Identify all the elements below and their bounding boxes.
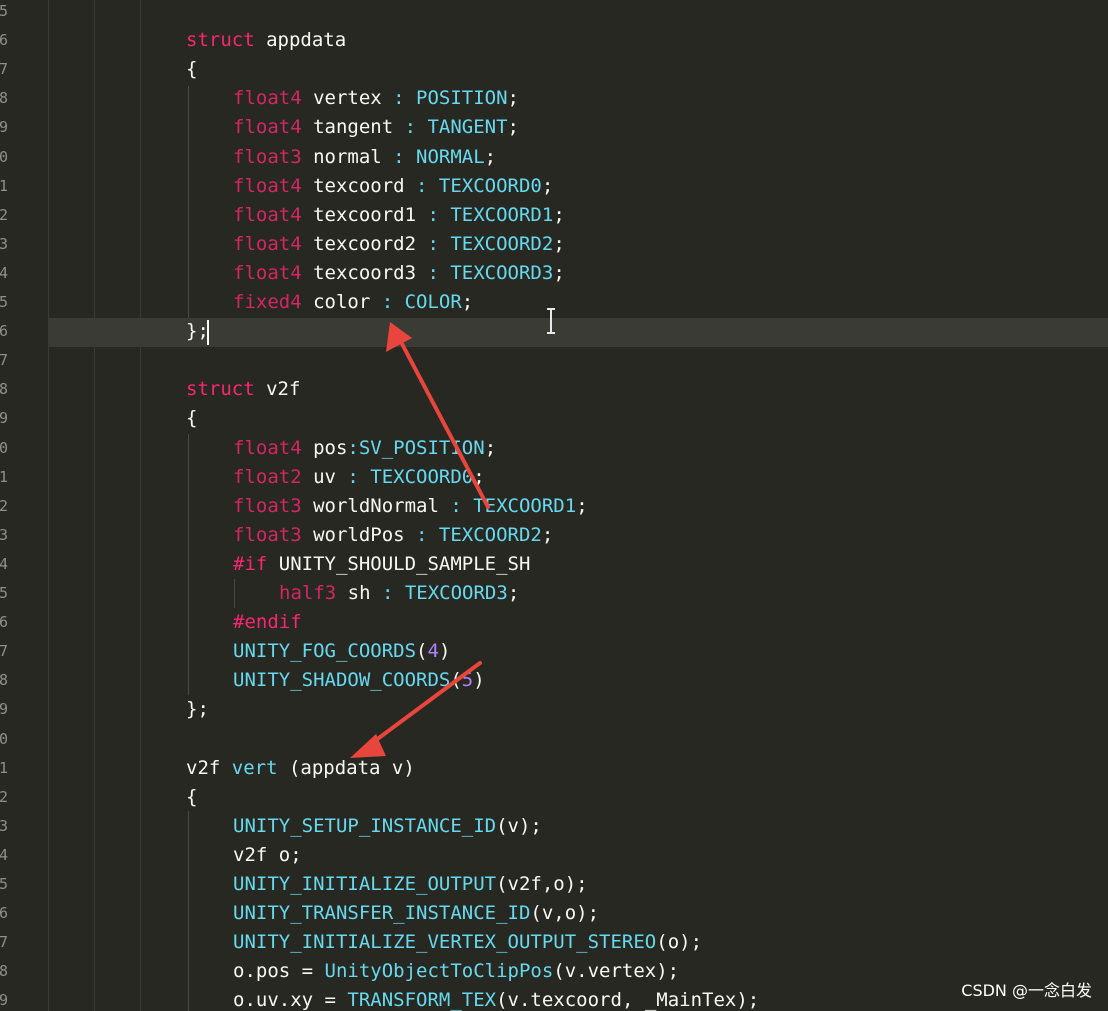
- watermark: CSDN @一念白发: [961, 981, 1092, 1000]
- annotation-arrows: [350, 322, 490, 758]
- code-editor[interactable]: 5 6 struct appdata 7{8 float4 vertex : POSIT…: [0, 0, 1108, 1011]
- annotation-arrow: [350, 661, 482, 758]
- annotation-arrow: [386, 322, 490, 509]
